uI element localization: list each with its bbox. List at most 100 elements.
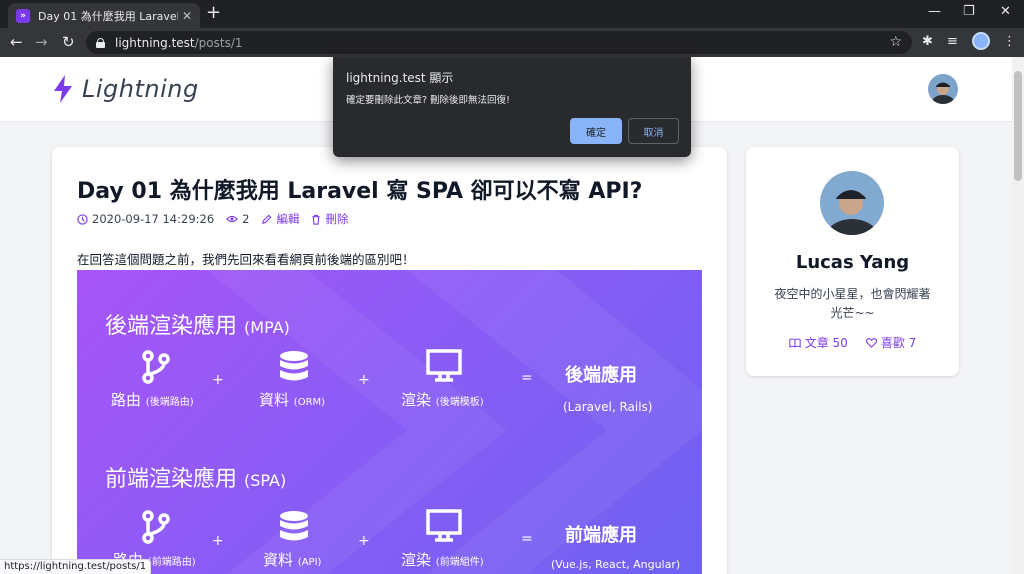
mpa-render-text: 渲染 — [401, 391, 432, 409]
plus-operator: + — [212, 372, 224, 388]
post-cover-image: 後端渲染應用 (MPA) 路由 (後端路由) + 資料 (ORM) + 渲染 (… — [77, 270, 702, 574]
delete-post-label: 刪除 — [325, 212, 349, 226]
post-title: Day 01 為什麼我用 Laravel 寫 SPA 卻可以不寫 API? — [77, 179, 643, 204]
route-branch-icon — [142, 350, 170, 384]
browser-tab-strip: » Day 01 為什麼我用 Laravel 寫 SPA 卻可以不寫 API? … — [0, 0, 1024, 28]
post-date: 2020-09-17 14:29:26 — [77, 212, 214, 226]
spa-heading-tag: (SPA) — [244, 471, 287, 490]
plus-operator: + — [358, 533, 370, 549]
edit-post-label: 編輯 — [276, 212, 300, 226]
user-avatar-image — [928, 74, 958, 104]
url-host: lightning.test — [115, 35, 195, 50]
site-favicon-icon: » — [16, 8, 30, 23]
post-intro: 在回答這個問題之前，我們先回來看看網頁前後端的區別吧！ — [77, 252, 415, 267]
site-logo-text: Lightning — [82, 75, 199, 103]
link-status-bar: https://lightning.test/posts/1 — [0, 559, 152, 574]
spa-route-sub: (前端路由) — [147, 557, 196, 568]
post-date-text: 2020-09-17 14:29:26 — [92, 212, 215, 226]
scrollbar-thumb[interactable] — [1014, 71, 1022, 181]
spa-render-text: 渲染 — [401, 551, 432, 569]
browser-menu-icon[interactable]: ⋮ — [1003, 34, 1016, 49]
mpa-route-sub: (後端路由) — [145, 397, 194, 408]
browser-tab[interactable]: » Day 01 為什麼我用 Laravel 寫 SPA 卻可以不寫 API? … — [8, 3, 200, 28]
back-icon[interactable]: ← — [10, 33, 23, 51]
book-icon — [789, 338, 801, 348]
spa-render-label: 渲染 (前端組件) — [401, 549, 484, 570]
post-views-count: 2 — [242, 212, 250, 226]
minimize-icon[interactable]: — — [928, 4, 941, 19]
mpa-route-text: 路由 — [111, 391, 142, 409]
eye-icon — [226, 215, 239, 223]
mpa-data-text: 資料 — [259, 391, 290, 409]
mpa-result: 後端應用 — [565, 365, 637, 386]
author-profile-card: Lucas Yang 夜空中的小星星，也會閃耀著光芒~~ 文章 50 喜歡 7 — [746, 147, 959, 376]
heart-icon — [865, 337, 877, 348]
post-views: 2 — [226, 212, 249, 226]
mpa-data-sub: (ORM) — [293, 397, 326, 408]
edit-post-link[interactable]: 編輯 — [261, 211, 299, 227]
post-card: Day 01 為什麼我用 Laravel 寫 SPA 卻可以不寫 API? 20… — [52, 147, 727, 574]
monitor-icon — [426, 509, 462, 542]
user-avatar[interactable] — [928, 74, 958, 104]
spa-result-sub: (Vue.js, React, Angular) — [551, 558, 681, 571]
equals-operator: = — [521, 370, 533, 386]
plus-operator: + — [358, 372, 370, 388]
url-path: /posts/1 — [194, 35, 243, 50]
mpa-data-label: 資料 (ORM) — [259, 389, 325, 410]
forward-icon[interactable]: → — [35, 33, 48, 51]
dialog-message: 確定要刪除此文章? 刪除後即無法回復! — [346, 95, 510, 106]
page-scrollbar[interactable] — [1012, 57, 1024, 574]
trash-icon — [312, 214, 321, 225]
bookmark-star-icon[interactable]: ☆ — [889, 34, 902, 50]
tab-title: Day 01 為什麼我用 Laravel 寫 SPA 卻可以不寫 API? — [38, 9, 178, 23]
lightning-bolt-icon — [54, 75, 72, 103]
spa-heading: 前端渲染應用 (SPA) — [105, 461, 286, 493]
equals-operator: = — [521, 531, 533, 547]
mpa-result-sub: (Laravel, Rails) — [563, 400, 653, 414]
author-bio: 夜空中的小星星，也會閃耀著光芒~~ — [774, 287, 931, 320]
spa-heading-text: 前端渲染應用 — [105, 467, 238, 492]
route-branch-icon — [142, 510, 170, 544]
database-icon — [280, 511, 308, 541]
browser-profile-avatar[interactable] — [972, 32, 990, 50]
mpa-heading: 後端渲染應用 (MPA) — [105, 308, 290, 340]
author-avatar[interactable] — [820, 171, 884, 235]
author-likes-link[interactable]: 喜歡 7 — [865, 334, 917, 351]
reload-icon[interactable]: ↻ — [62, 33, 75, 51]
pencil-icon — [262, 214, 272, 224]
author-stats: 文章 50 喜歡 7 — [746, 334, 959, 351]
mpa-heading-text: 後端渲染應用 — [105, 314, 238, 339]
lock-icon[interactable] — [96, 37, 105, 48]
restore-icon[interactable]: ❐ — [963, 4, 975, 19]
spa-data-sub: (API) — [297, 557, 322, 568]
database-icon — [280, 351, 308, 381]
address-bar[interactable]: lightning.test /posts/1 ☆ — [86, 31, 912, 54]
spa-render-sub: (前端組件) — [435, 557, 484, 568]
mpa-render-sub: (後端模板) — [435, 397, 484, 408]
author-likes-label: 喜歡 7 — [880, 336, 917, 350]
confirm-cancel-button[interactable]: 取消 — [628, 118, 679, 144]
confirm-ok-button[interactable]: 確定 — [570, 118, 622, 144]
extensions-icon[interactable]: ✱ — [922, 34, 933, 49]
spa-data-label: 資料 (API) — [263, 549, 321, 570]
mpa-route-label: 路由 (後端路由) — [111, 389, 194, 410]
spa-result: 前端應用 — [565, 525, 637, 546]
window-close-icon[interactable]: ✕ — [1000, 4, 1011, 19]
spa-data-text: 資料 — [263, 551, 294, 569]
plus-operator: + — [212, 533, 224, 549]
site-logo[interactable]: Lightning — [52, 75, 199, 103]
delete-post-link[interactable]: 刪除 — [311, 211, 348, 227]
post-meta: 2020-09-17 14:29:26 2 編輯 刪除 — [77, 211, 360, 227]
tab-close-icon[interactable]: ✕ — [182, 9, 192, 23]
author-avatar-image — [820, 171, 884, 235]
author-posts-link[interactable]: 文章 50 — [789, 334, 848, 351]
author-name: Lucas Yang — [795, 252, 910, 273]
mpa-heading-tag: (MPA) — [244, 318, 290, 337]
author-posts-label: 文章 50 — [804, 336, 848, 350]
browser-toolbar: ← → ↻ lightning.test /posts/1 ☆ ✱ ≡ ⋮ — [0, 28, 1024, 57]
dialog-title: lightning.test 顯示 — [346, 71, 454, 85]
monitor-icon — [426, 349, 462, 382]
media-control-icon[interactable]: ≡ — [947, 34, 958, 49]
new-tab-button[interactable]: + — [206, 4, 221, 22]
mpa-render-label: 渲染 (後端模板) — [401, 389, 484, 410]
